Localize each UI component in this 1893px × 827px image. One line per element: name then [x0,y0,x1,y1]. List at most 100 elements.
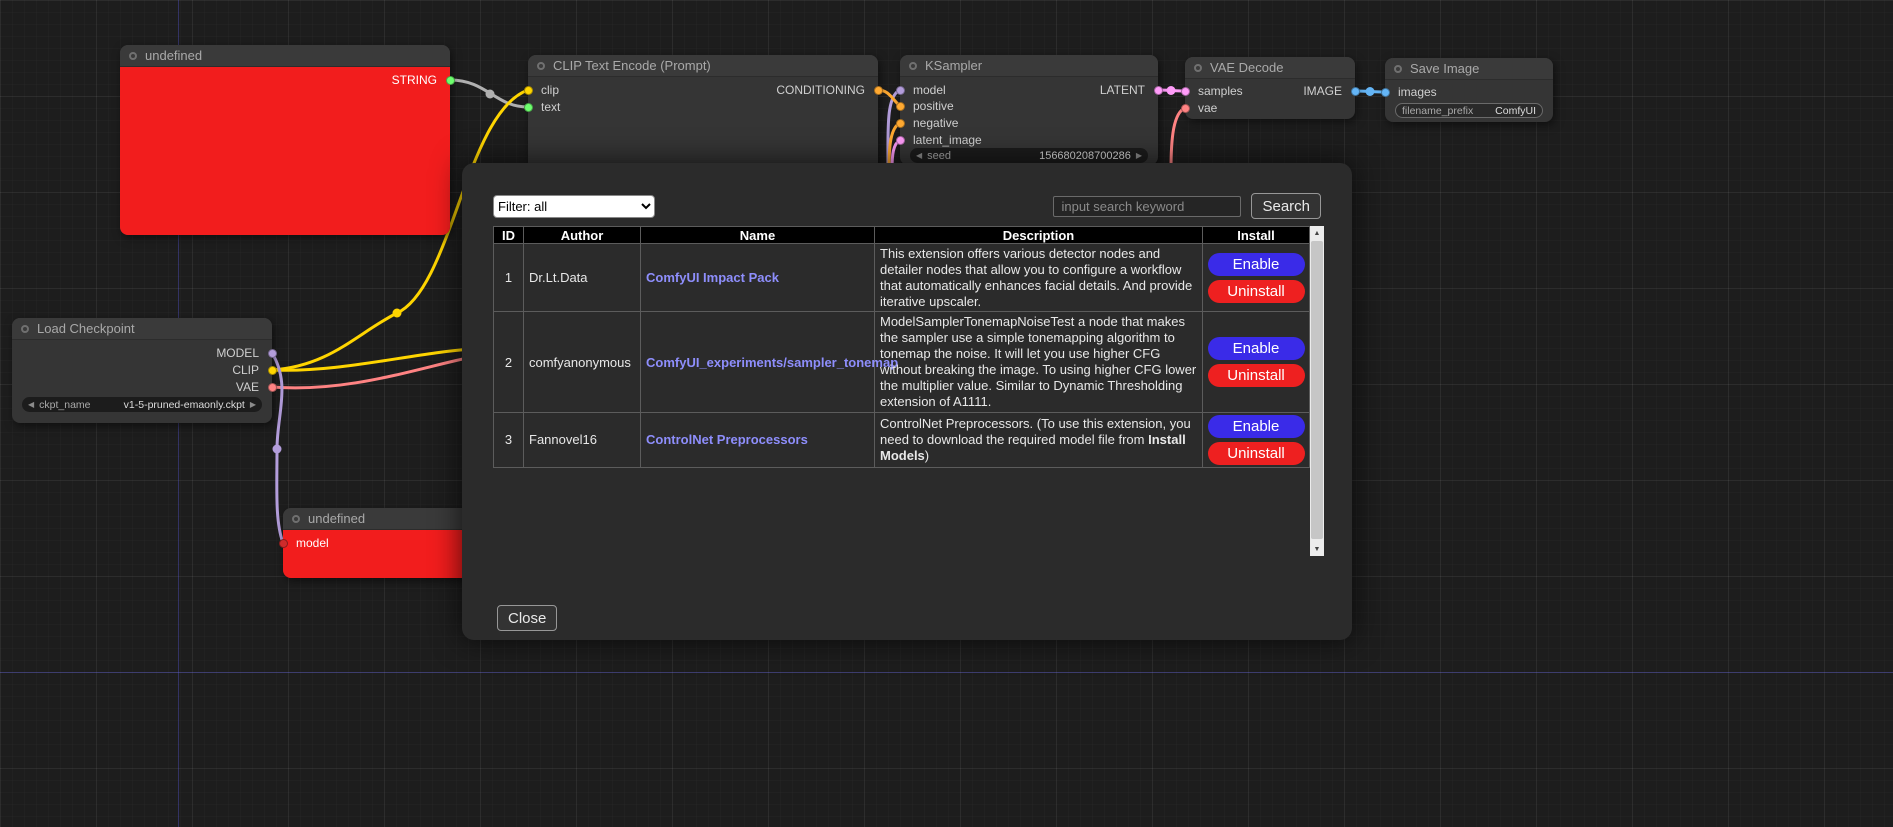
node-body: MODEL CLIP VAE ◀ ckpt_name v1-5-pruned-e… [12,340,272,423]
negative-input-port[interactable] [896,119,905,128]
column-header-author: Author [524,227,641,244]
extension-link[interactable]: ControlNet Preprocessors [646,432,808,447]
custom-nodes-dialog: Filter: all Search ID Author Name Descri… [462,163,1352,640]
collapse-dot-icon[interactable] [1194,64,1202,72]
slot-label: CONDITIONING [776,83,865,97]
slot-label: latent_image [913,133,982,147]
extensions-table: ID Author Name Description Install 1 Dr.… [493,226,1310,468]
close-button[interactable]: Close [497,605,557,631]
slot-label: negative [913,116,958,130]
widget-value: 156680208700286 [1039,150,1131,162]
node-ksampler[interactable]: KSampler model positive negative latent_… [900,55,1158,165]
slot-label: vae [1198,101,1217,115]
collapse-dot-icon[interactable] [537,62,545,70]
row-id: 2 [494,312,524,412]
slot-label: LATENT [1100,83,1145,97]
widget-label: ckpt_name [39,399,90,411]
slot-label: images [1398,85,1437,99]
description-cell: ControlNet Preprocessors. (To use this e… [875,412,1203,467]
install-cell: Enable Uninstall [1203,312,1310,412]
widget-value: v1-5-pruned-emaonly.ckpt [124,399,245,411]
ckpt-name-widget[interactable]: ◀ ckpt_name v1-5-pruned-emaonly.ckpt ▶ [22,397,262,412]
collapse-dot-icon[interactable] [1394,65,1402,73]
increment-arrow-icon[interactable]: ▶ [250,400,256,409]
image-output-port[interactable] [1351,87,1360,96]
table-row: 2 comfyanonymous ComfyUI_experiments/sam… [494,312,1310,412]
filename-prefix-widget[interactable]: filename_prefix ComfyUI [1395,103,1543,118]
scroll-up-button[interactable]: ▲ [1310,226,1324,240]
clip-output-port[interactable] [268,366,277,375]
canvas-guide-horizontal [0,672,1893,673]
search-button[interactable]: Search [1251,193,1321,219]
widget-value: ComfyUI [1495,105,1536,117]
collapse-dot-icon[interactable] [21,325,29,333]
column-header-description: Description [875,227,1203,244]
node-title-bar[interactable]: Save Image [1385,58,1553,80]
string-output-port[interactable] [446,76,455,85]
node-undefined-bottom[interactable]: undefined model [283,508,473,578]
uninstall-button[interactable]: Uninstall [1208,280,1305,303]
graph-canvas[interactable]: undefined STRING CLIP Text Encode (Promp… [0,0,1893,827]
latent-output-port[interactable] [1154,86,1163,95]
enable-button[interactable]: Enable [1208,253,1305,276]
node-title: Load Checkpoint [37,321,135,336]
node-body: STRING [120,67,450,235]
collapse-dot-icon[interactable] [129,52,137,60]
column-header-install: Install [1203,227,1310,244]
vae-output-port[interactable] [268,383,277,392]
decrement-arrow-icon[interactable]: ◀ [916,151,922,160]
table-row: 3 Fannovel16 ControlNet Preprocessors Co… [494,412,1310,467]
latent-image-input-port[interactable] [896,136,905,145]
node-title-bar[interactable]: undefined [120,45,450,67]
increment-arrow-icon[interactable]: ▶ [1136,151,1142,160]
node-load-checkpoint[interactable]: Load Checkpoint MODEL CLIP VAE ◀ ckpt_na… [12,318,272,423]
widget-label: filename_prefix [1402,105,1473,117]
node-title-bar[interactable]: undefined [283,508,473,530]
node-vae-decode[interactable]: VAE Decode samples vae IMAGE [1185,57,1355,119]
conditioning-output-port[interactable] [874,86,883,95]
images-input-port[interactable] [1381,88,1390,97]
extension-link[interactable]: ComfyUI Impact Pack [646,270,779,285]
node-save-image[interactable]: Save Image images filename_prefix ComfyU… [1385,58,1553,122]
node-title-bar[interactable]: CLIP Text Encode (Prompt) [528,55,878,77]
model-output-port[interactable] [268,349,277,358]
positive-input-port[interactable] [896,102,905,111]
text-input-port[interactable] [524,103,533,112]
scrollbar-thumb[interactable] [1311,241,1323,539]
filter-select[interactable]: Filter: all [493,195,655,218]
node-clip-text-encode[interactable]: CLIP Text Encode (Prompt) clip text COND… [528,55,878,170]
slot-label: text [541,100,560,114]
collapse-dot-icon[interactable] [292,515,300,523]
node-title-bar[interactable]: VAE Decode [1185,57,1355,79]
table-row: 1 Dr.Lt.Data ComfyUI Impact Pack This ex… [494,244,1310,312]
search-input[interactable] [1053,196,1241,217]
decrement-arrow-icon[interactable]: ◀ [28,400,34,409]
seed-widget[interactable]: ◀ seed 156680208700286 ▶ [910,148,1148,163]
enable-button[interactable]: Enable [1208,415,1305,438]
row-id: 1 [494,244,524,312]
node-undefined-top[interactable]: undefined STRING [120,45,450,235]
row-id: 3 [494,412,524,467]
node-title: undefined [145,48,202,63]
node-title: CLIP Text Encode (Prompt) [553,58,711,73]
author-cell: Dr.Lt.Data [524,244,641,312]
extension-link[interactable]: ComfyUI_experiments/sampler_tonemap [646,355,898,370]
column-header-name: Name [641,227,875,244]
uninstall-button[interactable]: Uninstall [1208,364,1305,387]
uninstall-button[interactable]: Uninstall [1208,442,1305,465]
vae-input-port[interactable] [1181,104,1190,113]
install-cell: Enable Uninstall [1203,244,1310,312]
node-body: images filename_prefix ComfyUI [1385,80,1553,122]
model-input-port[interactable] [279,539,288,548]
node-title-bar[interactable]: Load Checkpoint [12,318,272,340]
scroll-down-button[interactable]: ▼ [1310,542,1324,556]
author-cell: comfyanonymous [524,312,641,412]
node-title-bar[interactable]: KSampler [900,55,1158,77]
enable-button[interactable]: Enable [1208,337,1305,360]
collapse-dot-icon[interactable] [909,62,917,70]
column-header-id: ID [494,227,524,244]
install-cell: Enable Uninstall [1203,412,1310,467]
scrollbar[interactable]: ▲ ▼ [1310,226,1324,556]
node-title: Save Image [1410,61,1479,76]
slot-label: positive [913,99,954,113]
